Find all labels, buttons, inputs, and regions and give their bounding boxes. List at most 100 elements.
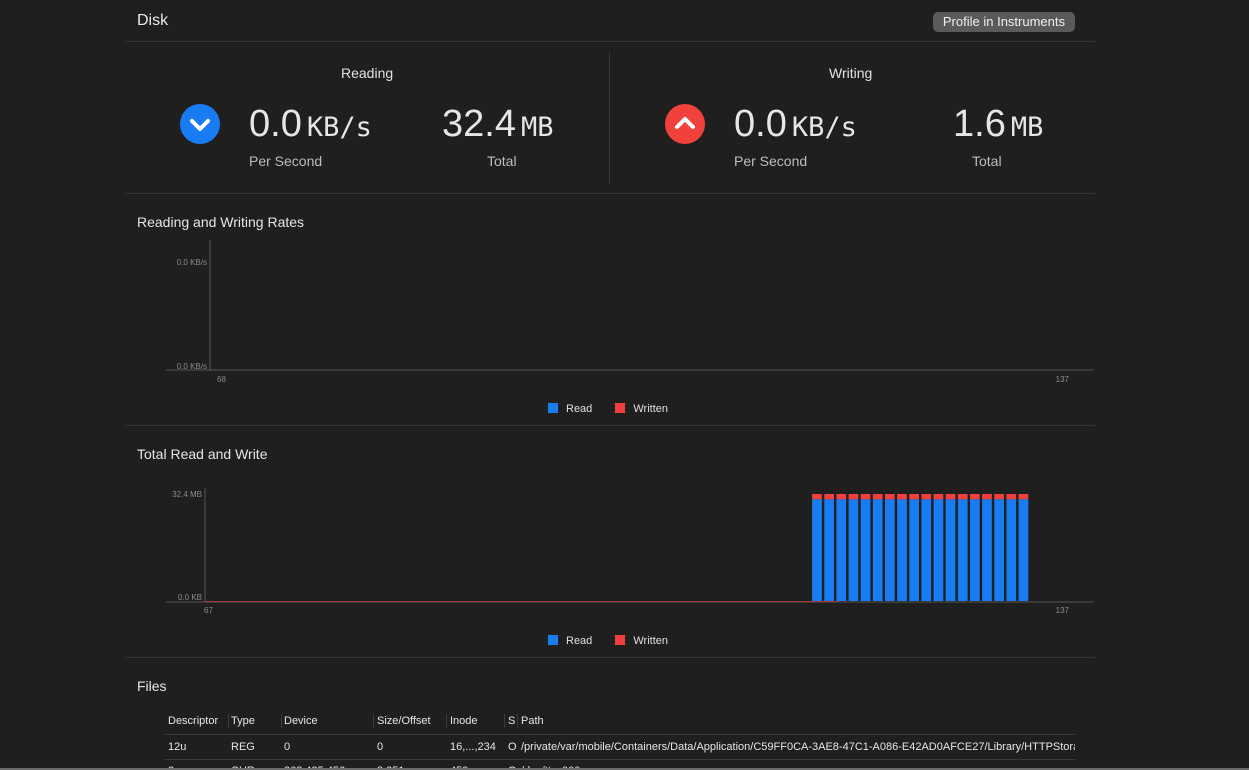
read-bar [933,499,944,601]
legend-written-swatch [615,635,626,645]
totals-x-end-label: 137 [1056,606,1070,615]
legend-read-label: Read [566,635,593,647]
written-bar [957,494,968,500]
read-bar [824,499,834,601]
totals-bars [812,494,1029,601]
legend-written-label: Written [633,635,668,647]
written-bar [994,494,1004,500]
read-bar [957,499,968,601]
legend-read-swatch [548,635,558,645]
totals-y-top-label: 32.4 MB [172,490,202,499]
rates-x-end-label: 137 [1056,375,1070,384]
written-bar [1006,494,1017,500]
totals-legend: Read Written [548,635,668,647]
read-bar [909,499,919,601]
written-bar [812,494,822,500]
writing-total-unit: MB [1010,112,1044,143]
legend-written-swatch [615,403,626,413]
files-title: Files [137,678,167,694]
rates-legend: Read Written [548,403,668,415]
written-bar [824,494,834,500]
written-bar [1018,494,1029,500]
written-bar [921,494,932,500]
cell-size-offset: 0 [377,741,384,753]
cell-type: REG [231,741,255,753]
read-bar [945,499,956,601]
rates-chart-section: Reading and Writing Rates 0.0 KB/s 0.0 K… [125,194,1095,426]
cell-path: /private/var/mobile/Containers/Data/Appl… [521,741,1075,753]
written-bar [860,494,871,500]
col-inode[interactable]: Inode [450,712,478,734]
read-bar [1006,499,1017,601]
read-bar [994,499,1004,601]
legend-read-label: Read [566,403,593,415]
read-bar [970,499,980,601]
writing-title: Writing [829,65,873,81]
col-size-offset[interactable]: Size/Offset [377,712,431,734]
col-separator [517,714,518,728]
col-separator [373,714,374,728]
writing-rate-label: Per Second [734,153,808,169]
cell-inode: 16,...,234 [450,741,496,753]
writing-rate-value: 0.0 KB/s [734,103,857,145]
rates-y-bottom-label: 0.0 KB/s [177,362,207,371]
chevron-up-icon [665,104,705,144]
written-bar [982,494,992,500]
summary-divider [609,52,610,183]
writing-rate-unit: KB/s [791,112,857,143]
read-bar [872,499,883,601]
written-bar [909,494,919,500]
read-bar [982,499,992,601]
written-bar [945,494,956,500]
written-bar [885,494,895,500]
reading-rate-value: 0.0 KB/s [249,103,372,145]
read-bar [921,499,932,601]
written-bar [897,494,907,500]
col-path[interactable]: Path [521,712,544,734]
legend-read-swatch [548,403,558,413]
panel-title: Disk [137,12,169,29]
written-bar [933,494,944,500]
totals-chart-title: Total Read and Write [137,446,268,462]
rates-chart-title: Reading and Writing Rates [137,214,305,230]
written-bar [848,494,859,500]
read-bar [897,499,907,601]
written-bar [836,494,847,500]
cell-state: O [508,741,517,753]
disk-summary: Reading 0.0 KB/s Per Second 32.4 MB Total … [125,42,1095,194]
reading-rate-unit: KB/s [306,112,372,143]
read-bar [812,499,822,601]
totals-x-start-label: 67 [204,606,213,615]
written-bar [872,494,883,500]
written-bar [970,494,980,500]
disk-panel: Disk Profile in Instruments Reading 0.0 K… [125,0,1095,770]
disk-header: Disk Profile in Instruments [125,0,1095,42]
col-type[interactable]: Type [231,712,255,734]
read-bar [885,499,895,601]
chevron-down-icon [180,104,220,144]
totals-y-bottom-label: 0.0 KB [178,593,202,602]
col-separator [281,714,282,728]
totals-chart-section: Total Read and Write 32.4 MB 0.0 KB 67 1… [125,426,1095,658]
table-row[interactable]: 12u REG 0 0 16,...,234 O /private/var/mo… [165,736,1075,758]
col-device[interactable]: Device [284,712,318,734]
col-separator [228,714,229,728]
totals-chart: 32.4 MB 0.0 KB 67 137 [166,488,1094,615]
col-state[interactable]: S [508,712,516,734]
cell-descriptor: 12u [168,741,187,753]
header-divider [165,734,1075,735]
col-descriptor[interactable]: Descriptor [168,712,218,734]
col-separator [446,714,447,728]
rates-x-start-label: 68 [217,375,226,384]
rates-chart: 0.0 KB/s 0.0 KB/s 68 137 [166,240,1094,384]
reading-total-label: Total [487,153,517,169]
read-bar [836,499,847,601]
profile-in-instruments-button[interactable]: Profile in Instruments [932,12,1075,32]
reading-total-value: 32.4 MB [442,103,554,145]
read-bar [848,499,859,601]
rates-y-top-label: 0.0 KB/s [177,258,207,267]
read-bar [1018,499,1029,601]
reading-title: Reading [341,65,394,81]
legend-written-label: Written [633,403,668,415]
writing-total-value: 1.6 MB [953,103,1044,145]
